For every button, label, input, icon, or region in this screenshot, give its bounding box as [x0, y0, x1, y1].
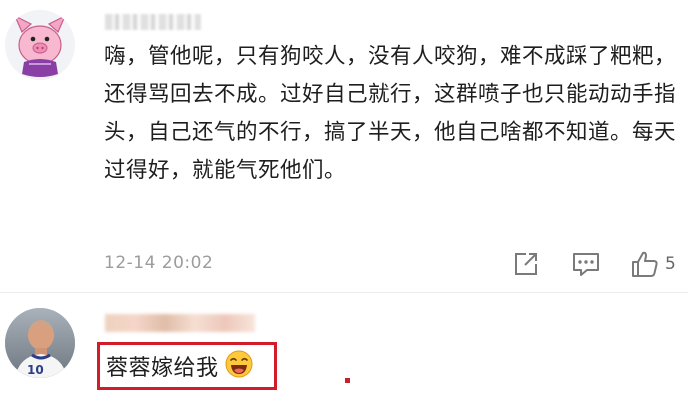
- highlighted-reply: 蓉蓉嫁给我: [97, 342, 277, 390]
- share-icon: [515, 253, 537, 275]
- reply-button[interactable]: [572, 250, 600, 278]
- thumbs-up-icon: [632, 251, 658, 277]
- player-photo-icon: 10: [5, 308, 75, 378]
- pig-avatar[interactable]: [5, 10, 75, 80]
- comment-icon: [573, 253, 599, 276]
- username-redacted: [105, 14, 201, 30]
- soccer-player-avatar[interactable]: 10: [5, 308, 75, 378]
- laughing-emoji-icon: [225, 350, 253, 382]
- comment-timestamp: 12-14 20:02: [104, 253, 214, 273]
- svg-text:10: 10: [27, 363, 44, 377]
- pig-cartoon-icon: [5, 10, 75, 80]
- share-button[interactable]: [513, 250, 539, 278]
- like-count: 5: [665, 254, 676, 274]
- like-button[interactable]: 5: [631, 250, 676, 278]
- decorative-dot: [345, 378, 350, 383]
- reply-text: 蓉蓉嫁给我: [106, 356, 219, 381]
- comment-item: 嗨，管他呢，只有狗咬人，没有人咬狗，难不成踩了粑粑，还得骂回去不成。过好自己就行…: [0, 0, 688, 292]
- username-redacted: [105, 314, 255, 332]
- comment-text: 嗨，管他呢，只有狗咬人，没有人咬狗，难不成踩了粑粑，还得骂回去不成。过好自己就行…: [104, 44, 677, 183]
